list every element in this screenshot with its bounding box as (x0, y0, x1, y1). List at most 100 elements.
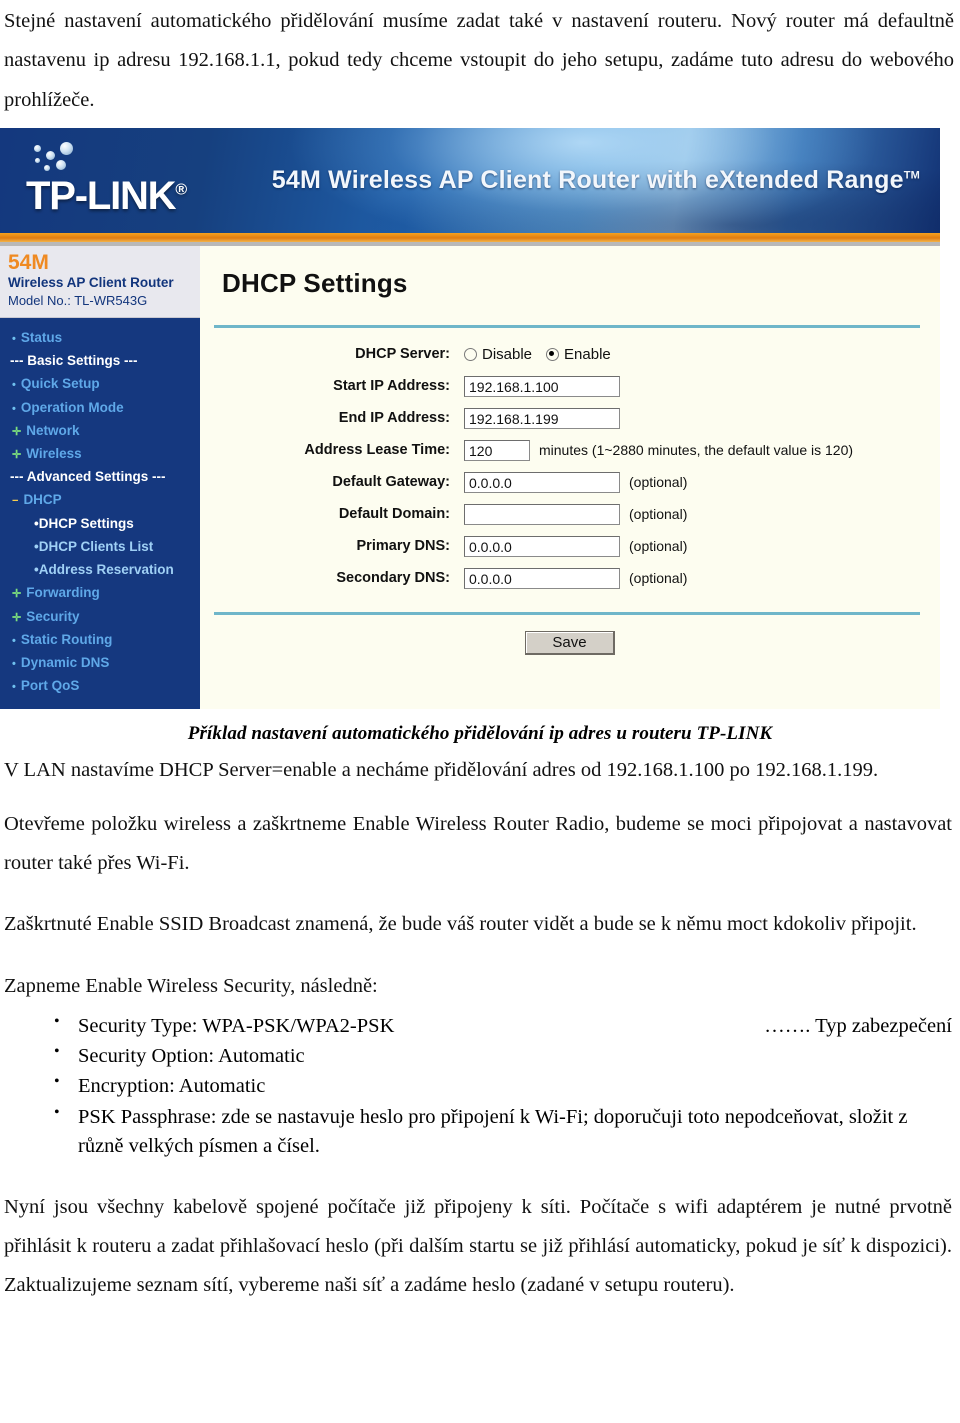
lease-time-label: Address Lease Time: (304, 442, 450, 459)
bullet-dot-icon: • (12, 332, 16, 345)
lease-time-input[interactable]: 120 (464, 439, 530, 461)
bullet-dot-icon: • (12, 402, 16, 415)
bullet-dot-icon: • (12, 657, 16, 670)
body-paragraph-5: Nyní jsou všechny kabelově spojené počít… (4, 1195, 952, 1297)
expand-plus-icon: ✛ (12, 611, 22, 624)
sidebar-item-label: Quick Setup (20, 376, 100, 392)
dhcp-enable-option[interactable]: Enable (546, 346, 611, 363)
sidebar-item-static-routing[interactable]: • Static Routing (0, 628, 200, 651)
body-paragraph-3: Zaškrtnuté Enable SSID Broadcast znamená… (4, 913, 917, 936)
sidebar-menu: • Status --- Basic Settings --- • Quick Se… (0, 317, 200, 710)
sidebar-item-status[interactable]: • Status (0, 326, 200, 349)
sidebar-item-address-reservation[interactable]: •Address Reservation (0, 558, 200, 581)
sidebar-section-advanced-settings: --- Advanced Settings --- (10, 469, 166, 485)
sidebar-item-dhcp-settings[interactable]: •DHCP Settings (0, 512, 200, 535)
sidebar-item-port-qos[interactable]: • Port QoS (0, 674, 200, 697)
body-paragraph-1: V LAN nastavíme DHCP Server=enable a nec… (4, 759, 879, 782)
body-paragraph-4: Zapneme Enable Wireless Security, násled… (4, 974, 378, 997)
start-ip-input[interactable]: 192.168.1.100 (464, 375, 620, 397)
brand-registered-mark: ® (175, 181, 187, 199)
sidebar-item-label: Status (20, 329, 63, 345)
field-row-default-domain: Default Domain: (optional) (200, 498, 940, 530)
sidebar-item-operation-mode[interactable]: • Operation Mode (0, 396, 200, 419)
sidebar-item-label: Port QoS (20, 678, 80, 694)
expand-plus-icon: ✛ (12, 448, 22, 461)
router-admin-screenshot: TP-LINK® 54M Wireless AP Client Router w… (0, 128, 940, 710)
sidebar-item-dhcp-clients-list[interactable]: •DHCP Clients List (0, 535, 200, 558)
field-row-start-ip: Start IP Address: 192.168.1.100 (200, 370, 940, 402)
header-orange-rule (0, 233, 940, 243)
brand-wordmark: TP-LINK® (26, 174, 187, 219)
bullet-dot-icon: • (12, 634, 16, 647)
end-ip-input[interactable]: 192.168.1.199 (464, 407, 620, 429)
default-domain-hint: (optional) (629, 506, 688, 523)
router-sidebar: 54M Wireless AP Client Router Model No.:… (0, 246, 200, 710)
field-row-dhcp-server: DHCP Server: Disable Enable (200, 338, 940, 370)
secondary-dns-input[interactable]: 0.0.0.0 (464, 567, 620, 589)
body-text-block: V LAN nastavíme DHCP Server=enable a nec… (0, 751, 960, 1006)
save-button[interactable]: Save (525, 631, 615, 656)
sidebar-item-quick-setup[interactable]: • Quick Setup (0, 372, 200, 395)
document-page: Stejné nastavení automatického přidělová… (0, 0, 960, 1423)
sidebar-item-dynamic-dns[interactable]: • Dynamic DNS (0, 651, 200, 674)
radio-disable-icon[interactable] (464, 347, 477, 361)
sidebar-item-label: Network (26, 422, 80, 438)
list-item: Security Option: Automatic (54, 1041, 952, 1071)
list-item-note: ……. Typ zabezpečení (764, 1015, 952, 1038)
sidebar-item-label: DHCP (23, 492, 62, 508)
tagline-text: 54M Wireless AP Client Router with eXten… (271, 166, 904, 195)
field-row-default-gateway: Default Gateway: 0.0.0.0 (optional) (200, 466, 940, 498)
sidebar-item-security[interactable]: ✛ Security (0, 605, 200, 628)
default-gateway-label: Default Gateway: (332, 474, 450, 491)
intro-paragraph-block: Stejné nastavení automatického přidělová… (0, 0, 960, 120)
secondary-dns-hint: (optional) (629, 570, 688, 587)
start-ip-label: Start IP Address: (333, 378, 450, 395)
radio-enable-icon[interactable] (546, 347, 560, 361)
dhcp-disable-option[interactable]: Disable (464, 346, 532, 363)
expand-plus-icon: ✛ (12, 588, 22, 601)
brand-name: TP-LINK (26, 174, 177, 219)
default-gateway-input[interactable]: 0.0.0.0 (464, 471, 620, 493)
bullet-dot-icon: • (12, 681, 16, 694)
list-item: PSK Passphrase: zde se nastavuje heslo p… (54, 1102, 952, 1161)
list-item: Security Type: WPA-PSK/WPA2-PSK ……. Typ … (54, 1011, 952, 1041)
router-tagline: 54M Wireless AP Client Router with eXten… (272, 166, 920, 195)
dhcp-server-label: DHCP Server: (355, 346, 450, 363)
primary-dns-hint: (optional) (629, 538, 688, 555)
lease-time-hint: minutes (1~2880 minutes, the default val… (539, 442, 854, 459)
device-speed: 54M (8, 251, 49, 275)
sidebar-item-label: Operation Mode (20, 399, 124, 415)
router-body: 54M Wireless AP Client Router Model No.:… (0, 246, 940, 710)
dhcp-server-radio-group[interactable]: Disable Enable (464, 346, 611, 363)
page-title: DHCP Settings (222, 268, 408, 299)
sidebar-item-network[interactable]: ✛ Network (0, 419, 200, 442)
figure-caption: Příklad nastavení automatického přidělov… (187, 723, 773, 745)
sidebar-item-wireless[interactable]: ✛ Wireless (0, 442, 200, 465)
field-row-lease-time: Address Lease Time: 120 minutes (1~2880 … (200, 434, 940, 466)
default-domain-input[interactable] (464, 503, 620, 525)
default-gateway-hint: (optional) (629, 474, 688, 491)
logo-dots-icon (26, 142, 112, 176)
expand-plus-icon: ✛ (12, 425, 22, 438)
sidebar-item-label: Wireless (26, 445, 82, 461)
sidebar-section-basic-settings: --- Basic Settings --- (10, 353, 138, 369)
collapse-minus-icon: − (12, 495, 19, 508)
secondary-dns-label: Secondary DNS: (336, 570, 450, 587)
sidebar-item-forwarding[interactable]: ✛ Forwarding (0, 581, 200, 604)
sidebar-item-dhcp[interactable]: − DHCP (0, 488, 200, 511)
primary-dns-input[interactable]: 0.0.0.0 (464, 535, 620, 557)
save-button-row: Save (200, 615, 940, 689)
sidebar-item-label: Static Routing (20, 631, 113, 647)
sidebar-item-label: DHCP Settings (38, 515, 134, 531)
dhcp-enable-label: Enable (564, 345, 611, 363)
end-ip-label: End IP Address: (338, 410, 450, 427)
tagline-tm-mark: TM (903, 169, 920, 182)
field-row-secondary-dns: Secondary DNS: 0.0.0.0 (optional) (200, 562, 940, 594)
sidebar-item-label: Dynamic DNS (20, 654, 110, 670)
list-item-text: Security Type: WPA-PSK/WPA2-PSK (78, 1015, 395, 1038)
field-row-end-ip: End IP Address: 192.168.1.199 (200, 402, 940, 434)
intro-paragraph: Stejné nastavení automatického přidělová… (4, 10, 954, 111)
